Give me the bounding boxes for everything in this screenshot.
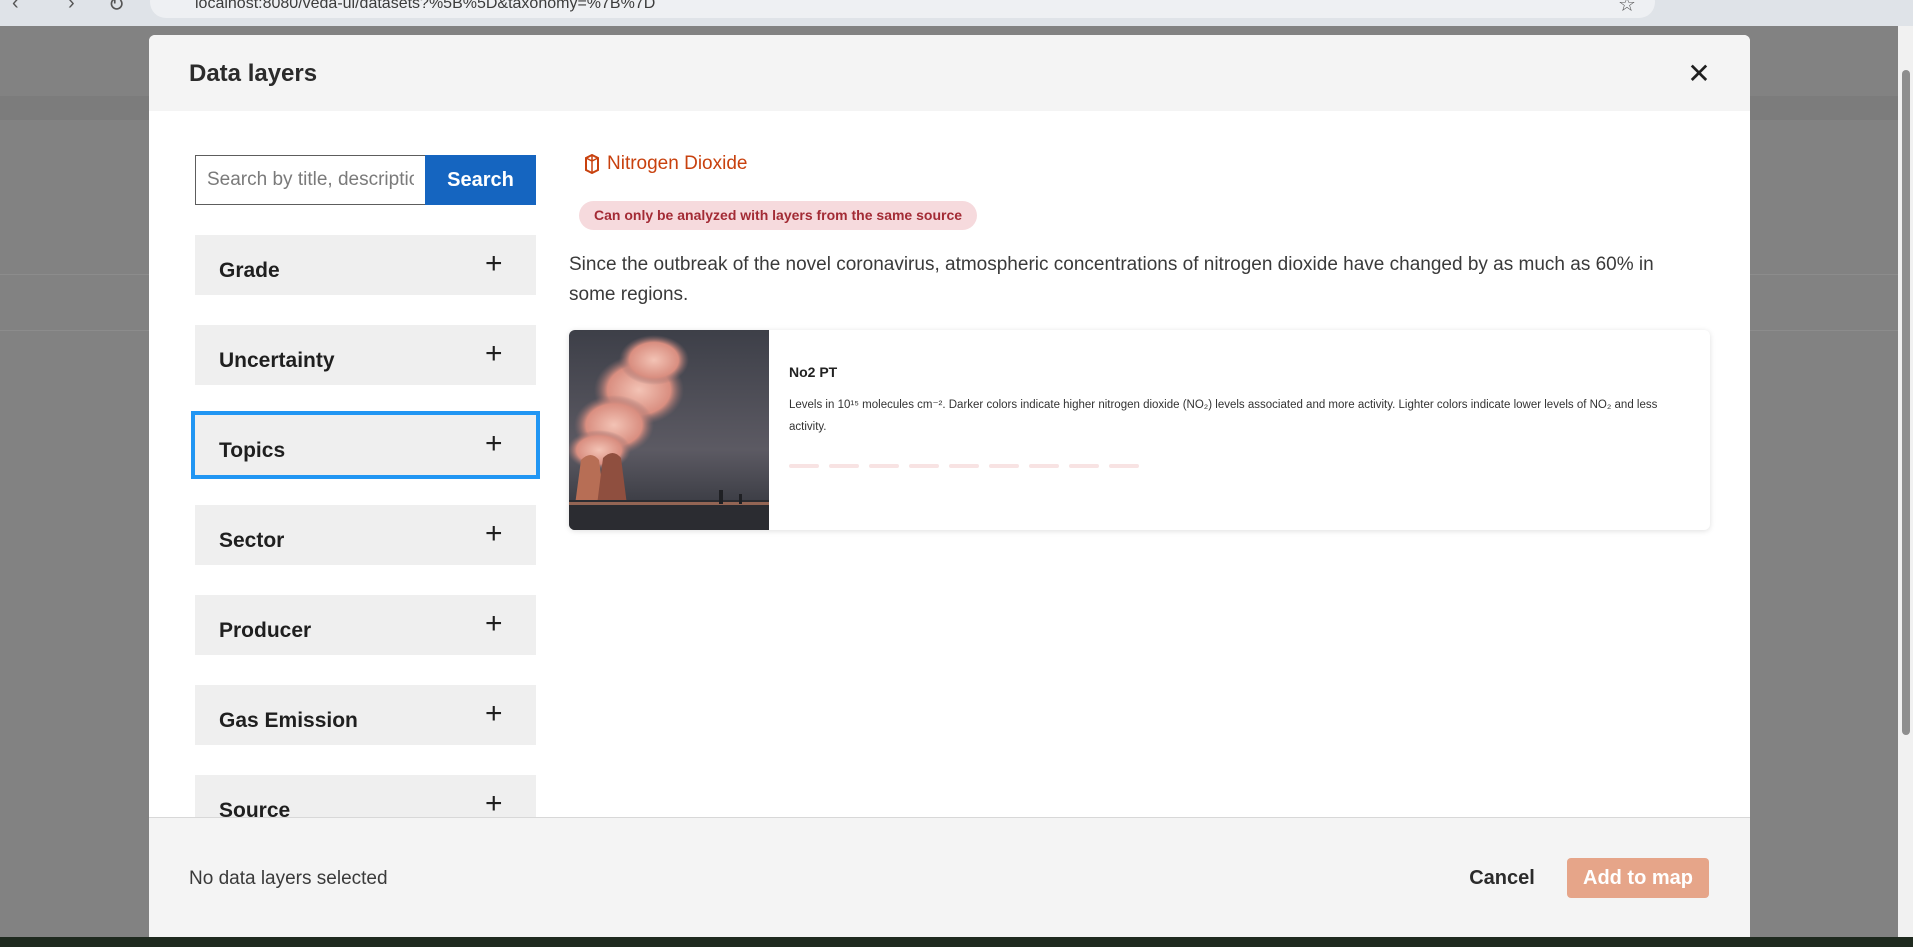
dataset-title: Nitrogen Dioxide xyxy=(607,153,748,174)
source-restriction-badge: Can only be analyzed with layers from th… xyxy=(579,201,978,230)
forward-arrow-icon[interactable]: › xyxy=(68,0,75,15)
layer-legend xyxy=(789,464,1139,468)
modal-header: Data layers ✕ xyxy=(149,35,1750,111)
filter-topics[interactable]: Topics + xyxy=(191,411,540,479)
layers-icon xyxy=(585,154,599,174)
modal-title: Data layers xyxy=(189,60,318,87)
modal-footer: No data layers selected Cancel Add to ma… xyxy=(149,817,1750,937)
plus-icon: + xyxy=(485,607,503,640)
browser-toolbar: ‹ › ↻ localhost:8080/veda-ui/datasets?%5… xyxy=(0,0,1913,26)
plus-icon: + xyxy=(485,517,503,550)
filter-label: Grade xyxy=(219,259,280,282)
filter-uncertainty[interactable]: Uncertainty + xyxy=(195,325,536,385)
star-icon[interactable]: ☆ xyxy=(1618,0,1636,17)
filter-label: Gas Emission xyxy=(219,709,358,732)
filter-sector[interactable]: Sector + xyxy=(195,505,536,565)
page-scrollbar-thumb[interactable] xyxy=(1902,70,1910,735)
add-to-map-button[interactable]: Add to map xyxy=(1567,858,1709,898)
back-arrow-icon[interactable]: ‹ xyxy=(12,0,19,15)
filter-grade[interactable]: Grade + xyxy=(195,235,536,295)
layer-card[interactable]: No2 PT Levels in 10¹⁵ molecules cm⁻². Da… xyxy=(569,330,1710,530)
cancel-button[interactable]: Cancel xyxy=(1454,858,1550,898)
filter-label: Producer xyxy=(219,619,312,642)
power-plant-cooling-towers-image xyxy=(569,330,769,530)
layer-description: Levels in 10¹⁵ molecules cm⁻². Darker co… xyxy=(789,399,1658,433)
filter-label: Topics xyxy=(219,439,286,462)
plus-icon: + xyxy=(485,427,503,460)
filter-gas-emission[interactable]: Gas Emission + xyxy=(195,685,536,745)
taskbar xyxy=(0,937,1913,947)
dataset-title-link[interactable]: Nitrogen Dioxide xyxy=(583,153,747,175)
filter-producer[interactable]: Producer + xyxy=(195,595,536,655)
filter-label: Sector xyxy=(219,529,285,552)
close-icon: ✕ xyxy=(1687,57,1711,89)
search-button[interactable]: Search xyxy=(425,155,536,205)
reload-icon[interactable]: ↻ xyxy=(108,0,125,17)
layer-title: No2 PT xyxy=(789,364,838,380)
data-layers-modal: Data layers ✕ Search Grade + Uncertainty… xyxy=(149,35,1750,937)
filter-label: Uncertainty xyxy=(219,349,335,372)
address-bar-text[interactable]: localhost:8080/veda-ui/datasets?%5B%5D&t… xyxy=(195,0,655,13)
plus-icon: + xyxy=(485,337,503,370)
dataset-description: Since the outbreak of the novel coronavi… xyxy=(569,254,1654,305)
plus-icon: + xyxy=(485,247,503,280)
plus-icon: + xyxy=(485,697,503,730)
close-button[interactable]: ✕ xyxy=(1681,55,1717,91)
plus-icon: + xyxy=(485,787,503,820)
selection-status: No data layers selected xyxy=(189,868,388,889)
search-input[interactable] xyxy=(195,155,425,205)
